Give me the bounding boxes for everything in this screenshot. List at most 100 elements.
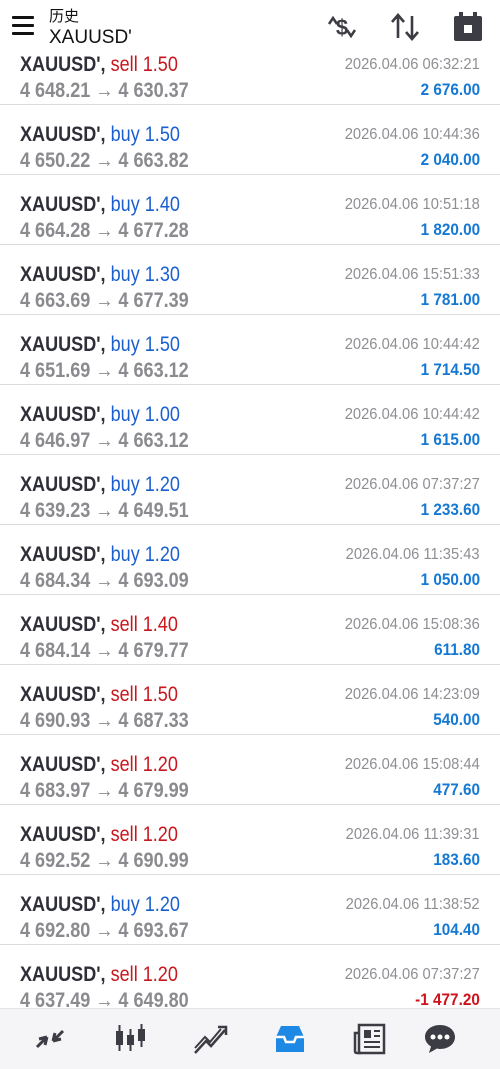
close-price: 4 679.99 bbox=[118, 779, 189, 802]
trade-profit: 183.60 bbox=[433, 850, 480, 869]
arrow-icon: → bbox=[95, 219, 114, 242]
close-price: 4 690.99 bbox=[118, 849, 189, 872]
trade-volume: 1.20 bbox=[142, 823, 178, 846]
trade-symbol: XAUUSD', bbox=[20, 263, 106, 286]
arrow-icon: → bbox=[95, 569, 114, 592]
trade-symbol: XAUUSD', bbox=[20, 543, 106, 566]
trade-volume: 1.00 bbox=[144, 403, 180, 426]
trade-row[interactable]: XAUUSD', buy 1.00 4 646.97 → 4 663.12 2026… bbox=[0, 385, 500, 455]
trade-prices: 4 692.80 → 4 693.67 bbox=[20, 919, 189, 943]
trade-row[interactable]: XAUUSD', buy 1.50 4 650.22 → 4 663.82 2026… bbox=[0, 105, 500, 175]
trade-symbol-line: XAUUSD', buy 1.50 bbox=[20, 123, 180, 147]
trade-volume: 1.20 bbox=[144, 893, 180, 916]
trade-row[interactable]: XAUUSD', sell 1.20 4 637.49 → 4 649.80 202… bbox=[0, 945, 500, 1008]
history-list[interactable]: XAUUSD', sell 1.50 4 648.21 → 4 630.37 202… bbox=[0, 55, 500, 1008]
trade-side: buy bbox=[110, 123, 140, 146]
open-price: 4 651.69 bbox=[20, 359, 91, 382]
trade-row[interactable]: XAUUSD', buy 1.30 4 663.69 → 4 677.39 2026… bbox=[0, 245, 500, 315]
arrow-icon: → bbox=[95, 359, 114, 382]
trade-prices: 4 690.93 → 4 687.33 bbox=[20, 709, 189, 733]
trade-row[interactable]: XAUUSD', buy 1.50 4 651.69 → 4 663.12 2026… bbox=[0, 315, 500, 385]
open-price: 4 650.22 bbox=[20, 149, 91, 172]
trade-symbol: XAUUSD', bbox=[20, 333, 106, 356]
trade-row[interactable]: XAUUSD', buy 1.40 4 664.28 → 4 677.28 2026… bbox=[0, 175, 500, 245]
trade-prices: 4 637.49 → 4 649.80 bbox=[20, 989, 189, 1008]
trade-volume: 1.20 bbox=[144, 473, 180, 496]
trade-row[interactable]: XAUUSD', sell 1.50 4 648.21 → 4 630.37 202… bbox=[0, 55, 500, 105]
close-price: 4 663.82 bbox=[118, 149, 189, 172]
news-icon[interactable] bbox=[352, 1021, 388, 1057]
trade-symbol-line: XAUUSD', sell 1.20 bbox=[20, 963, 178, 987]
arrow-icon: → bbox=[95, 779, 114, 802]
open-price: 4 639.23 bbox=[20, 499, 91, 522]
trade-time: 2026.04.06 10:44:36 bbox=[344, 126, 480, 143]
history-icon[interactable] bbox=[272, 1021, 308, 1057]
quotes-icon[interactable] bbox=[32, 1021, 68, 1057]
trade-side: buy bbox=[110, 473, 140, 496]
trade-symbol: XAUUSD', bbox=[20, 473, 106, 496]
close-price: 4 630.37 bbox=[118, 79, 189, 102]
trade-time: 2026.04.06 10:44:42 bbox=[344, 406, 480, 423]
trade-volume: 1.30 bbox=[144, 263, 180, 286]
arrow-icon: → bbox=[95, 79, 114, 102]
chat-icon[interactable] bbox=[422, 1021, 458, 1057]
trade-prices: 4 650.22 → 4 663.82 bbox=[20, 149, 189, 173]
trade-side: buy bbox=[110, 403, 140, 426]
trade-symbol-line: XAUUSD', buy 1.50 bbox=[20, 333, 180, 357]
trade-volume: 1.20 bbox=[144, 543, 180, 566]
arrow-icon: → bbox=[95, 849, 114, 872]
open-price: 4 692.80 bbox=[20, 919, 91, 942]
trade-volume: 1.50 bbox=[144, 333, 180, 356]
trade-profit: 477.60 bbox=[433, 780, 480, 799]
arrow-icon: → bbox=[95, 499, 114, 522]
trade-row[interactable]: XAUUSD', sell 1.20 4 683.97 → 4 679.99 202… bbox=[0, 735, 500, 805]
trade-prices: 4 664.28 → 4 677.28 bbox=[20, 219, 189, 243]
menu-icon[interactable] bbox=[10, 14, 38, 38]
trade-side: sell bbox=[110, 753, 138, 776]
trade-profit: 1 050.00 bbox=[420, 570, 480, 589]
trade-profit: 104.40 bbox=[433, 920, 480, 939]
trade-prices: 4 648.21 → 4 630.37 bbox=[20, 79, 189, 103]
open-price: 4 637.49 bbox=[20, 989, 91, 1008]
app-header: 历史 XAUUSD' $ bbox=[0, 0, 500, 55]
trade-profit: 1 820.00 bbox=[420, 220, 480, 239]
trade-profit: -1 477.20 bbox=[415, 990, 480, 1008]
trade-volume: 1.20 bbox=[142, 963, 178, 986]
trade-side: buy bbox=[110, 193, 140, 216]
trade-profit: 540.00 bbox=[433, 710, 480, 729]
trade-side: buy bbox=[110, 543, 140, 566]
close-price: 4 693.67 bbox=[118, 919, 189, 942]
trade-symbol: XAUUSD', bbox=[20, 823, 106, 846]
sort-icon[interactable] bbox=[388, 10, 422, 44]
open-price: 4 690.93 bbox=[20, 709, 91, 732]
trade-row[interactable]: XAUUSD', buy 1.20 4 639.23 → 4 649.51 2026… bbox=[0, 455, 500, 525]
trade-side: sell bbox=[110, 55, 138, 76]
open-price: 4 684.34 bbox=[20, 569, 91, 592]
trade-profit: 611.80 bbox=[434, 640, 480, 659]
trade-row[interactable]: XAUUSD', sell 1.20 4 692.52 → 4 690.99 202… bbox=[0, 805, 500, 875]
trade-prices: 4 651.69 → 4 663.12 bbox=[20, 359, 189, 383]
arrow-icon: → bbox=[95, 709, 114, 732]
trade-symbol: XAUUSD', bbox=[20, 753, 106, 776]
trade-icon[interactable] bbox=[192, 1021, 228, 1057]
close-price: 4 663.12 bbox=[118, 429, 189, 452]
close-price: 4 677.28 bbox=[118, 219, 189, 242]
close-price: 4 679.77 bbox=[118, 639, 189, 662]
trade-row[interactable]: XAUUSD', sell 1.40 4 684.14 → 4 679.77 202… bbox=[0, 595, 500, 665]
trade-volume: 1.40 bbox=[144, 193, 180, 216]
trade-time: 2026.04.06 14:23:09 bbox=[344, 686, 480, 703]
trade-symbol-line: XAUUSD', buy 1.20 bbox=[20, 543, 180, 567]
trade-row[interactable]: XAUUSD', sell 1.50 4 690.93 → 4 687.33 202… bbox=[0, 665, 500, 735]
trade-row[interactable]: XAUUSD', buy 1.20 4 684.34 → 4 693.09 2026… bbox=[0, 525, 500, 595]
open-price: 4 664.28 bbox=[20, 219, 91, 242]
open-price: 4 684.14 bbox=[20, 639, 91, 662]
page-subtitle: XAUUSD' bbox=[49, 27, 132, 48]
currency-exchange-icon[interactable]: $ bbox=[325, 10, 359, 44]
calendar-icon[interactable] bbox=[451, 10, 485, 44]
trade-symbol: XAUUSD', bbox=[20, 613, 106, 636]
open-price: 4 648.21 bbox=[20, 79, 91, 102]
chart-icon[interactable] bbox=[112, 1021, 148, 1057]
trade-volume: 1.40 bbox=[142, 613, 178, 636]
trade-row[interactable]: XAUUSD', buy 1.20 4 692.80 → 4 693.67 2026… bbox=[0, 875, 500, 945]
trade-side: buy bbox=[110, 263, 140, 286]
